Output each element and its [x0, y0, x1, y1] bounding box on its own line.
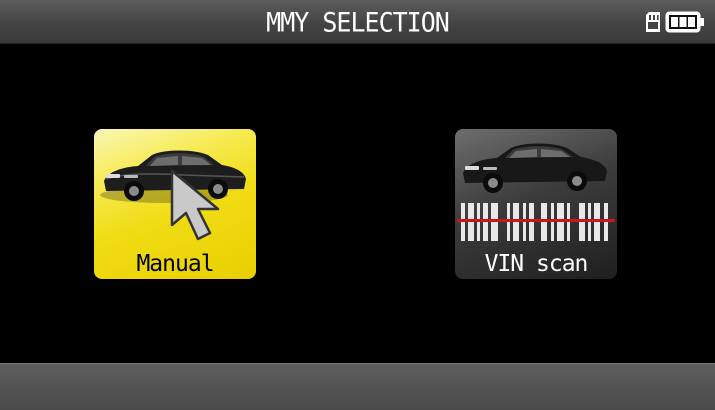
manual-option-button[interactable]: Manual: [94, 129, 256, 279]
status-icons: [645, 8, 705, 36]
manual-label: Manual: [136, 251, 214, 277]
selection-area: Manual VIN scan: [0, 44, 715, 363]
title-bar: MMY SELECTION: [0, 0, 715, 44]
sd-card-icon: [645, 11, 661, 33]
screen-title: MMY SELECTION: [266, 6, 450, 39]
vin-scan-option-button[interactable]: VIN scan: [455, 129, 617, 279]
vin-scan-label: VIN scan: [484, 251, 589, 277]
bottom-bar: [0, 363, 715, 410]
battery-icon: [665, 10, 705, 34]
